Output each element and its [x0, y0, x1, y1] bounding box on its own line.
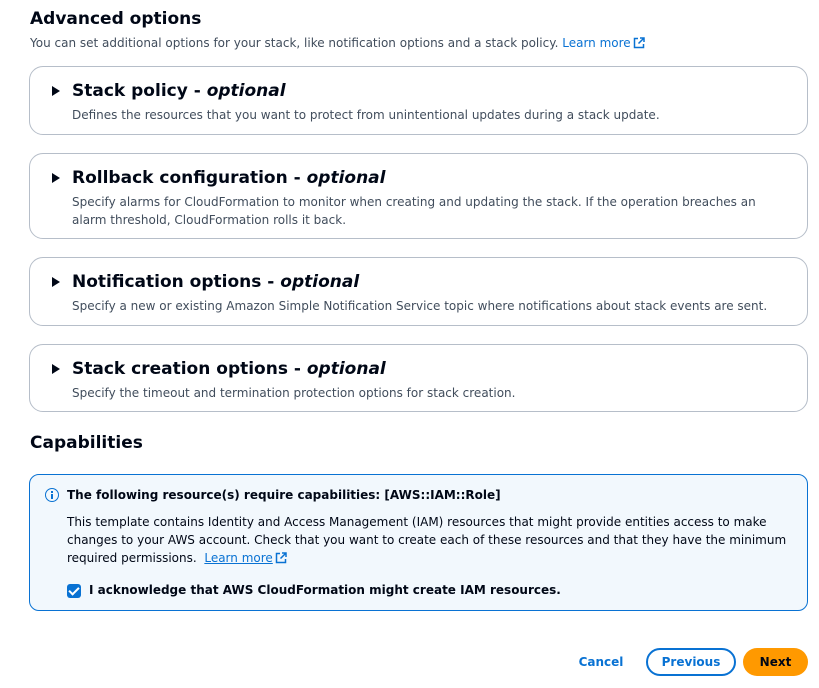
rollback-configuration-title: Rollback configuration - optional: [72, 168, 385, 188]
capabilities-learn-more-label: Learn more: [204, 551, 273, 565]
rollback-configuration-panel[interactable]: Rollback configuration - optional Specif…: [29, 153, 808, 239]
capabilities-alert-body-text: This template contains Identity and Acce…: [67, 515, 787, 565]
optional-label: optional: [306, 168, 386, 188]
advanced-learn-more-link[interactable]: Learn more: [562, 36, 645, 50]
advanced-options-heading: Advanced options: [30, 9, 202, 29]
stack-creation-options-description: Specify the timeout and termination prot…: [72, 386, 516, 400]
rollback-configuration-title-text: Rollback configuration -: [72, 168, 307, 188]
optional-label: optional: [306, 359, 386, 379]
external-link-icon: [275, 552, 287, 564]
stack-creation-options-title: Stack creation options - optional: [72, 359, 386, 379]
stack-policy-title-text: Stack policy -: [72, 81, 207, 101]
acknowledge-checkbox-label[interactable]: I acknowledge that AWS CloudFormation mi…: [89, 583, 561, 597]
stack-creation-options-panel[interactable]: Stack creation options - optional Specif…: [29, 344, 808, 412]
caret-right-icon: [52, 173, 60, 183]
acknowledge-checkbox[interactable]: [67, 584, 81, 598]
stack-policy-panel[interactable]: Stack policy - optional Defines the reso…: [29, 66, 808, 135]
caret-right-icon: [52, 86, 60, 96]
notification-options-title: Notification options - optional: [72, 272, 359, 292]
advanced-options-description-text: You can set additional options for your …: [30, 36, 559, 50]
cancel-button[interactable]: Cancel: [570, 649, 632, 675]
capabilities-alert-body: This template contains Identity and Acce…: [67, 513, 792, 567]
previous-button[interactable]: Previous: [646, 648, 736, 676]
notification-options-panel[interactable]: Notification options - optional Specify …: [29, 257, 808, 326]
rollback-configuration-description: Specify alarms for CloudFormation to mon…: [72, 195, 756, 227]
advanced-learn-more-label: Learn more: [562, 36, 631, 50]
stack-creation-options-title-text: Stack creation options -: [72, 359, 307, 379]
notification-options-description: Specify a new or existing Amazon Simple …: [72, 299, 768, 313]
next-button[interactable]: Next: [743, 648, 808, 676]
caret-right-icon: [52, 277, 60, 287]
capabilities-heading: Capabilities: [30, 433, 143, 453]
advanced-options-description: You can set additional options for your …: [30, 36, 645, 50]
external-link-icon: [633, 37, 645, 49]
capabilities-info-alert: The following resource(s) require capabi…: [29, 474, 808, 611]
optional-label: optional: [280, 272, 360, 292]
capabilities-learn-more-link[interactable]: Learn more: [204, 551, 287, 565]
capabilities-alert-title: The following resource(s) require capabi…: [67, 488, 501, 502]
optional-label: optional: [206, 81, 286, 101]
caret-right-icon: [52, 364, 60, 374]
notification-options-title-text: Notification options -: [72, 272, 281, 292]
info-icon: [45, 488, 59, 502]
stack-policy-title: Stack policy - optional: [72, 81, 286, 101]
stack-policy-description: Defines the resources that you want to p…: [72, 108, 660, 122]
